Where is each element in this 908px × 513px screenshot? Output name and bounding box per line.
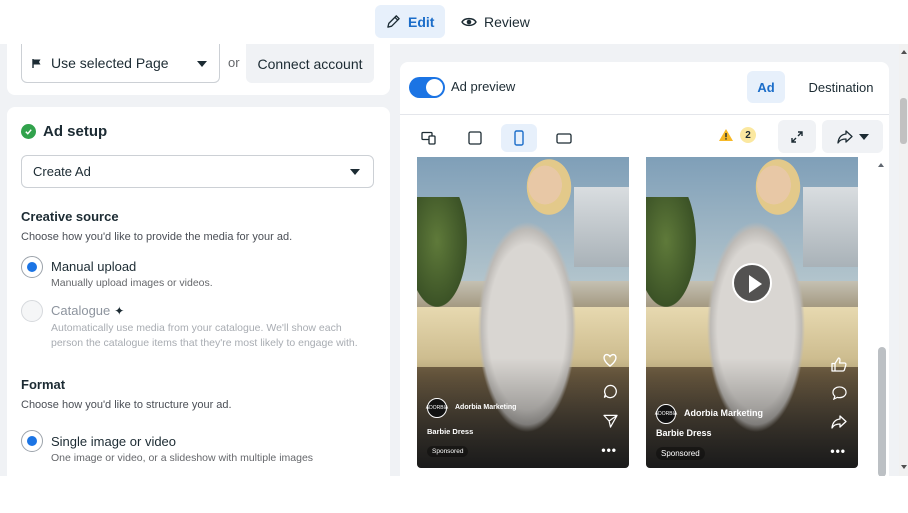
advertiser-avatar: ADORBIA [426,398,448,418]
rectangle-horizontal-icon [556,132,572,144]
share-icon [836,129,853,144]
phone-vertical-icon [514,130,524,146]
share-preview-button[interactable] [822,120,883,153]
preview-body[interactable]: ADORBIA Adorbia Marketing Barbie Dress S… [400,157,889,476]
left-pane[interactable]: Use selected Page or Connect account Ad … [0,44,396,476]
facebook-reels-preview-card[interactable]: ADORBIA Adorbia Marketing Barbie Dress S… [646,157,858,468]
pencil-icon [387,15,400,28]
check-circle-icon [21,124,36,139]
or-text: or [228,55,240,70]
advertiser-name: Adorbia Marketing [455,404,517,411]
catalogue-label-text: Catalogue [51,303,111,318]
all-placements-button[interactable] [411,124,447,152]
sparkle-icon: ✦ [114,304,125,318]
heart-icon [601,351,619,369]
sponsored-label: Sponsored [656,447,705,460]
ad-setup-title: Ad setup [21,123,107,140]
creative-source-description: Choose how you'd like to provide the med… [21,231,293,243]
create-ad-select[interactable]: Create Ad [21,155,374,188]
eye-icon [461,17,477,26]
square-icon [468,131,482,145]
format-title: Format [21,377,66,392]
share-icon [830,413,848,431]
horizontal-format-button[interactable] [546,124,582,152]
top-bar: Edit Review [0,0,908,44]
ad-caption: Barbie Dress [656,428,712,438]
scroll-up-arrow-icon[interactable] [901,50,907,54]
play-icon[interactable] [732,263,772,303]
comment-icon [601,382,619,400]
ad-caption: Barbie Dress [427,427,474,436]
create-ad-select-value: Create Ad [33,164,91,179]
creative-source-title: Creative source [21,209,119,224]
tab-review[interactable]: Review [450,5,541,38]
comment-icon [830,384,848,402]
divider [400,114,889,115]
send-icon [601,412,619,430]
chevron-down-icon [197,61,207,67]
chevron-down-icon [350,169,360,175]
advertiser-name: Adorbia Marketing [684,408,764,418]
format-description: Choose how you'd like to structure your … [21,399,232,411]
advertiser-avatar: ADORBIA [655,404,677,424]
catalogue-label: Catalogue ✦ [51,303,124,318]
manual-upload-radio[interactable] [21,256,43,278]
warning-count-badge: 2 [740,127,756,143]
single-image-description: One image or video, or a slideshow with … [51,452,314,464]
ad-setup-title-text: Ad setup [43,123,108,140]
single-image-radio[interactable] [21,430,43,452]
like-icon [830,355,848,373]
ad-preview-toggle[interactable] [409,77,445,98]
tab-edit[interactable]: Edit [375,5,446,38]
single-image-label: Single image or video [51,434,177,449]
tab-edit-label: Edit [408,13,435,30]
identity-card: Use selected Page or Connect account [7,44,390,95]
vertical-format-button[interactable] [501,124,537,152]
page-select-value: Use selected Page [51,55,169,71]
devices-icon [421,131,436,145]
reels-preview-card[interactable]: ADORBIA Adorbia Marketing Barbie Dress S… [417,157,629,468]
warning-icon [719,129,733,141]
chevron-down-icon [858,133,869,140]
feed-format-button[interactable] [457,124,493,152]
scroll-down-arrow-icon[interactable] [901,465,907,469]
sponsored-label: Sponsored [427,446,469,457]
page-scrollbar-thumb[interactable] [900,98,907,144]
page-select[interactable]: Use selected Page [21,44,220,83]
expand-preview-button[interactable] [778,120,816,153]
more-options-icon: ••• [830,444,846,458]
expand-icon [791,130,803,143]
right-pane[interactable]: Ad preview Ad Destination 2 ADORBIA Ador… [396,44,908,476]
warnings-indicator[interactable]: 2 [718,127,756,143]
tab-review-label: Review [484,13,530,30]
preview-header: Ad preview Ad Destination 2 [400,62,889,157]
ad-setup-card: Ad setup Create Ad Creative source Choos… [7,107,390,476]
segment-destination[interactable]: Destination [797,71,885,103]
more-options-icon: ••• [601,443,617,457]
flag-icon [32,58,41,68]
scroll-up-arrow-icon[interactable] [878,163,884,167]
manual-upload-label: Manual upload [51,259,137,274]
catalogue-description: Automatically use media from your catalo… [51,322,358,349]
ad-preview-label: Ad preview [451,79,516,94]
preview-scrollbar-thumb[interactable] [878,347,886,476]
connect-account-button[interactable]: Connect account [246,44,374,83]
manual-upload-description: Manually upload images or videos. [51,277,213,289]
segment-ad[interactable]: Ad [747,71,785,103]
catalogue-radio[interactable] [21,300,43,322]
